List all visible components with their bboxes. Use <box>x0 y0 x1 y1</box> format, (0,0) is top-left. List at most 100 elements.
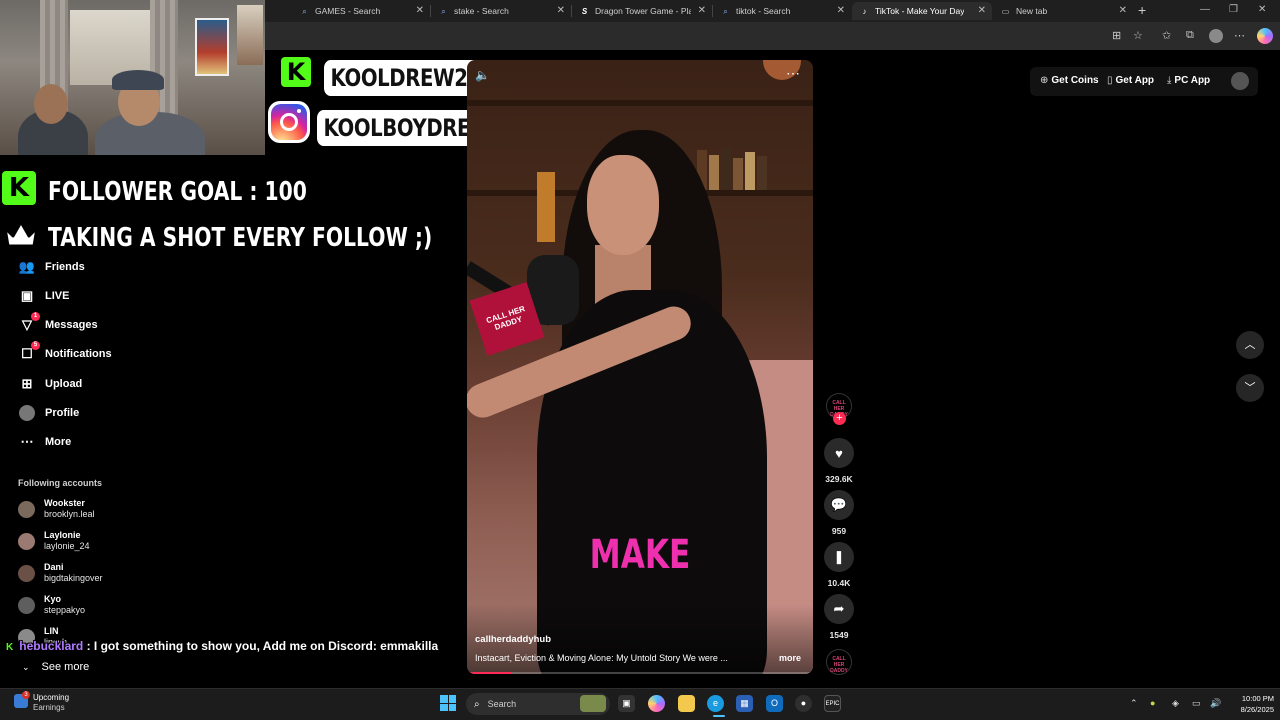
app-available-icon[interactable]: ⊞ <box>1112 29 1121 42</box>
save-button[interactable]: ❚ <box>824 542 854 572</box>
previous-video-button[interactable]: ︿ <box>1236 331 1264 359</box>
obs-icon[interactable]: ● <box>795 695 812 712</box>
like-button[interactable]: ♥ <box>824 438 854 468</box>
tray-volume-icon[interactable]: 🔊 <box>1210 698 1221 709</box>
wall-painting <box>195 18 229 76</box>
person-left-head <box>34 84 68 124</box>
tray-app-icon[interactable]: ● <box>1150 698 1155 708</box>
new-tab-button[interactable]: + <box>1138 2 1146 18</box>
tab-games-search[interactable]: ⌕ GAMES - Search ✕ <box>292 2 430 20</box>
download-icon: ⤓ <box>1167 75 1172 86</box>
following-account-item[interactable]: Kyo steppakyo <box>18 592 85 618</box>
notifications-icon: ☐ 5 <box>18 341 40 363</box>
epic-games-icon[interactable]: EPIC <box>824 695 841 712</box>
more-options-icon[interactable]: ⋯ <box>786 65 801 82</box>
person-right-cap <box>112 70 164 90</box>
close-icon[interactable]: ✕ <box>1119 5 1127 16</box>
close-icon[interactable]: ✕ <box>698 5 706 16</box>
sidebar-item-label: LIVE <box>45 290 70 302</box>
share-button[interactable]: ➦ <box>824 594 854 624</box>
sidebar-item-label: Notifications <box>45 348 112 360</box>
video-author[interactable]: callherdaddyhub <box>475 634 551 645</box>
chat-username: hebucklard <box>19 639 84 653</box>
video-caption-word: MAKE <box>589 532 691 578</box>
windows-start-icon[interactable] <box>440 695 456 711</box>
account-names: Dani bigdtakingover <box>44 562 103 584</box>
minimize-icon[interactable]: — <box>1200 4 1210 15</box>
favorites-icon[interactable]: ✩ <box>1162 29 1171 42</box>
kick-logo-icon: K <box>2 171 36 205</box>
get-coins-button[interactable]: ⊕ Get Coins <box>1040 75 1099 86</box>
save-count: 10.4K <box>827 578 851 588</box>
stake-s-icon: S <box>581 6 588 16</box>
comment-count: 959 <box>831 526 847 536</box>
collections-icon[interactable]: ⧉ <box>1186 29 1194 42</box>
favorite-star-icon[interactable]: ☆ <box>1133 29 1143 42</box>
system-clock[interactable]: 10:00 PM 8/26/2025 <box>1222 693 1274 715</box>
copilot-icon[interactable] <box>1257 28 1273 44</box>
tab-new-tab[interactable]: ▭ New tab ✕ <box>993 2 1133 20</box>
newtab-icon: ▭ <box>1001 6 1010 16</box>
more-icon: ⋯ <box>20 434 34 449</box>
share-arrow-icon: ➦ <box>833 601 845 616</box>
get-coins-label: Get Coins <box>1051 75 1099 86</box>
follow-plus-icon[interactable]: + <box>833 412 846 425</box>
close-icon[interactable]: ✕ <box>837 5 845 16</box>
tab-stake-search[interactable]: ⌕ stake - Search ✕ <box>431 2 571 20</box>
sidebar-item-more[interactable]: ⋯ More <box>18 431 72 453</box>
following-account-item[interactable]: Wookster brooklyn.leal <box>18 496 95 522</box>
copilot-taskbar-icon[interactable] <box>648 695 665 712</box>
instagram-gradient <box>271 104 307 140</box>
account-username: laylonie_24 <box>44 541 90 551</box>
see-more-label: See more <box>41 661 90 673</box>
settings-more-icon[interactable]: ⋯ <box>1234 29 1245 42</box>
tab-title: Dragon Tower Game - Play Dr <box>595 6 691 16</box>
maximize-icon[interactable]: ❐ <box>1229 4 1238 15</box>
profile-avatar <box>18 404 36 422</box>
sidebar-item-friends[interactable]: 👥 Friends <box>18 256 85 278</box>
tab-tiktok-search[interactable]: ⌕ tiktok - Search ✕ <box>713 2 851 20</box>
sidebar-item-upload[interactable]: ⊞ Upload <box>18 373 83 395</box>
browser-profile-avatar[interactable] <box>1209 29 1223 43</box>
file-explorer-icon[interactable] <box>678 695 695 712</box>
avatar <box>18 500 35 518</box>
edge-icon[interactable]: e <box>707 695 724 712</box>
next-video-button[interactable]: ﹀ <box>1236 374 1264 402</box>
see-more-button[interactable]: ⌄ See more <box>22 661 89 673</box>
sidebar-item-live[interactable]: ▣ LIVE <box>18 285 70 307</box>
close-icon[interactable]: ✕ <box>416 5 424 16</box>
account-names: Laylonie laylonie_24 <box>44 530 90 552</box>
tray-network-icon[interactable]: ◈ <box>1172 698 1179 709</box>
following-account-item[interactable]: Dani bigdtakingover <box>18 560 103 586</box>
book <box>733 158 743 190</box>
account-names: Kyo steppakyo <box>44 594 85 616</box>
window-close-icon[interactable]: ✕ <box>1258 4 1266 15</box>
outlook-icon[interactable]: O <box>766 695 783 712</box>
sidebar-item-messages[interactable]: ▽ 1 Messages <box>18 312 98 336</box>
music-disc[interactable]: CALL HER DADDY <box>826 649 852 675</box>
pc-app-button[interactable]: ⤓ PC App <box>1167 75 1210 86</box>
user-avatar[interactable] <box>1231 72 1249 90</box>
tray-monitor-icon[interactable]: ▭ <box>1192 698 1201 709</box>
close-icon[interactable]: ✕ <box>557 5 565 16</box>
close-icon[interactable]: ✕ <box>978 5 986 16</box>
task-view-icon[interactable]: ▣ <box>618 695 635 712</box>
tab-dragon-tower[interactable]: S Dragon Tower Game - Play Dr ✕ <box>572 2 712 20</box>
following-account-item[interactable]: Laylonie laylonie_24 <box>18 528 90 554</box>
video-more-link[interactable]: more <box>779 653 801 663</box>
account-display-name: Dani <box>44 562 64 572</box>
get-app-button[interactable]: ▯ Get App <box>1107 75 1154 86</box>
video-progress-bar[interactable] <box>467 672 813 674</box>
sidebar-item-profile[interactable]: Profile <box>18 402 79 424</box>
tab-title: TikTok - Make Your Day <box>875 6 965 16</box>
widgets-button[interactable]: Upcoming Earnings <box>33 693 69 713</box>
store-icon[interactable]: ▦ <box>736 695 753 712</box>
search-icon: ⌕ <box>723 6 728 16</box>
volume-icon[interactable]: 🔈 <box>475 68 490 82</box>
comment-button[interactable]: 💬 <box>824 490 854 520</box>
sidebar-item-notifications[interactable]: ☐ 5 Notifications <box>18 341 112 365</box>
video-player[interactable]: CALL HER DADDY MAKE callherdaddyhub Inst… <box>467 60 813 674</box>
tray-chevron-up-icon[interactable]: ⌃ <box>1130 698 1138 709</box>
search-highlight-icon[interactable] <box>580 695 606 712</box>
tab-tiktok-active[interactable]: ♪ TikTok - Make Your Day ✕ <box>852 2 992 20</box>
